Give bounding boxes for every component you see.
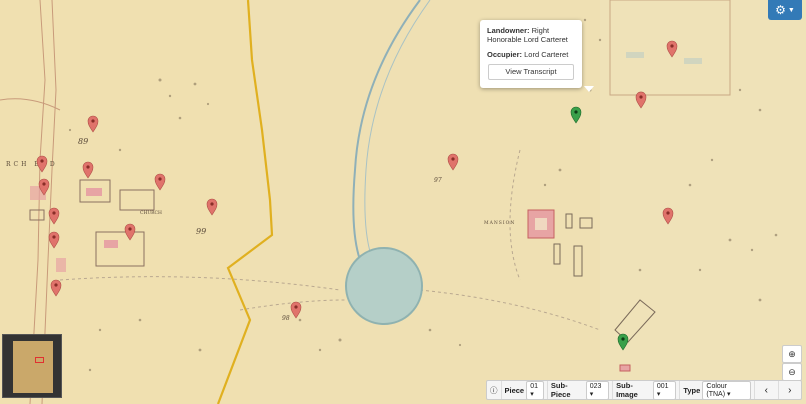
overview-minimap[interactable] (2, 334, 62, 398)
mansion-label: MANSION (484, 220, 515, 226)
type-dropdown[interactable]: Colour (TNA) ▾ (702, 380, 751, 400)
subimage-selector[interactable]: Sub-Image 001 ▾ (613, 380, 681, 400)
subimage-dropdown[interactable]: 001 ▾ (652, 380, 677, 400)
subpiece-label: Sub-Piece (550, 381, 571, 399)
prev-button[interactable]: ‹ (755, 381, 779, 399)
marker-dot (128, 227, 132, 231)
marker-dot (52, 235, 56, 239)
marker-dot (670, 44, 674, 48)
zoom-in-button[interactable]: ⊕ (782, 345, 802, 363)
piece-selector[interactable]: Piece 01 ▾ (502, 380, 548, 400)
marker-dot (40, 159, 44, 163)
parcel-label: 89 (78, 137, 88, 146)
parcel-label: 97 (434, 177, 442, 184)
subpiece-selector[interactable]: Sub-Piece 023 ▾ (548, 380, 614, 400)
marker-dot (210, 202, 214, 206)
landowner-row: Landowner: Right Honorable Lord Carteret (487, 26, 575, 45)
info-icon: ⓘ (490, 385, 498, 395)
marker-dot (294, 305, 298, 309)
pond (345, 247, 423, 325)
occupier-row: Occupier: Lord Carteret (487, 50, 575, 59)
minimap-viewport[interactable] (35, 357, 44, 363)
marker-dot (451, 157, 455, 161)
marker-dot (42, 182, 46, 186)
historic-map[interactable]: RCH END CHURCH MANSION 89 99 97 98 (0, 0, 806, 404)
caret-down-icon: ▼ (787, 6, 795, 14)
zoom-in-icon: ⊕ (788, 348, 796, 359)
subpiece-dropdown[interactable]: 023 ▾ (585, 380, 610, 400)
image-toolbar: ⓘ Piece 01 ▾ Sub-Piece 023 ▾ Sub-Image 0… (486, 380, 802, 400)
zoom-out-icon: ⊖ (788, 366, 796, 377)
marker-dot (639, 95, 643, 99)
piece-dropdown[interactable]: 01 ▾ (526, 380, 544, 400)
subimage-label: Sub-Image (616, 381, 638, 399)
chevron-left-icon: ‹ (764, 384, 768, 396)
type-selector[interactable]: Type Colour (TNA) ▾ (680, 380, 755, 400)
marker-dot (54, 283, 58, 287)
piece-label: Piece (504, 385, 525, 395)
type-label: Type (683, 385, 701, 395)
marker-dot (52, 211, 56, 215)
marker-dot (574, 110, 578, 114)
info-button[interactable]: ⓘ (487, 381, 502, 399)
gear-icon: ⚙ (775, 3, 786, 17)
church-label: CHURCH (140, 210, 162, 216)
marker-dot (91, 119, 95, 123)
parcel-label: 99 (196, 227, 206, 236)
marker-dot (666, 211, 670, 215)
chevron-right-icon: › (788, 384, 792, 396)
marker-dot (158, 177, 162, 181)
marker-dot (621, 337, 625, 341)
hamlet-label: RCH END (6, 161, 58, 168)
next-button[interactable]: › (779, 381, 802, 399)
parcel-popup: Landowner: Right Honorable Lord Carteret… (480, 20, 594, 92)
popup-tip (584, 86, 594, 92)
zoom-out-button[interactable]: ⊖ (782, 363, 802, 381)
occupier-value: Lord Carteret (524, 49, 569, 59)
view-transcript-button[interactable]: View Transcript (488, 64, 574, 81)
minimap-image (13, 341, 53, 393)
occupier-label: Occupier: (487, 49, 523, 59)
marker-dot (86, 165, 90, 169)
settings-button[interactable]: ⚙ ▼ (768, 0, 802, 20)
parcel-label: 98 (282, 315, 290, 322)
landowner-label: Landowner: (487, 26, 530, 35)
